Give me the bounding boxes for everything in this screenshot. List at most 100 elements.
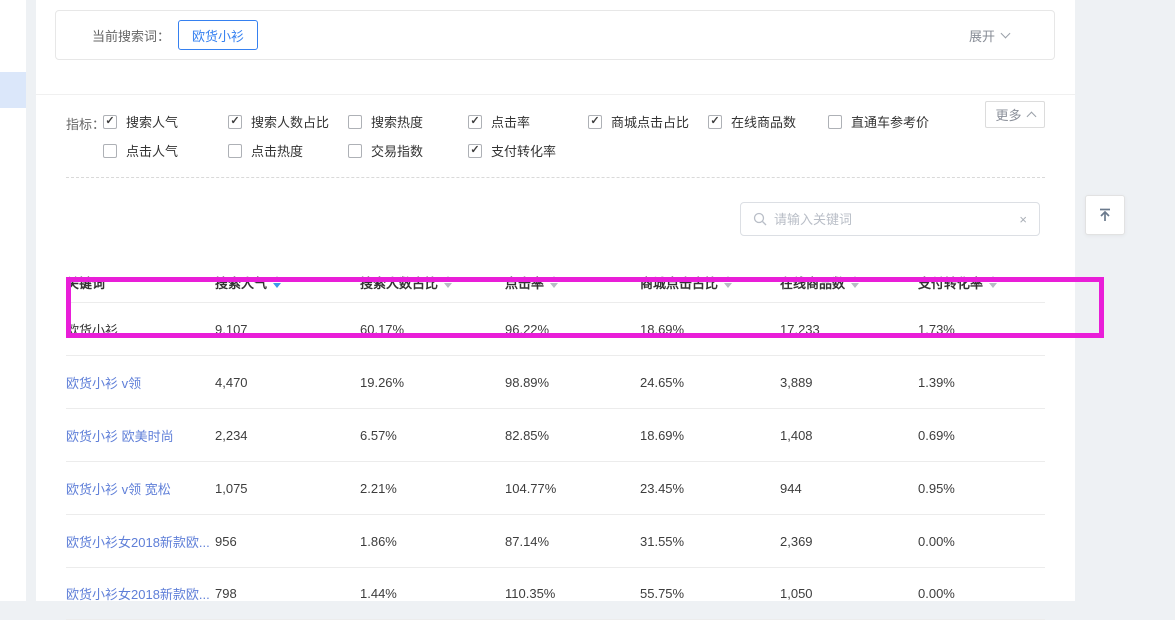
keyword-link[interactable]: 欧货小衫女2018新款欧... [66,535,210,550]
indicator-checkbox-item[interactable]: 商城点击占比 [588,112,708,131]
cell-value: 19.26% [360,375,505,390]
column-header[interactable]: 在线商品数 [780,273,918,292]
cell-value: 2,234 [215,428,360,443]
chevron-up-icon [1026,112,1036,122]
indicator-label: 支付转化率 [491,141,556,160]
indicator-row-2: 点击人气 点击热度 交易指数 支付转化率 [103,136,1075,165]
main-panel: 当前搜索词： 欧货小衫 展开 指标： 搜索人气搜索人数占比搜索热度点击率商城点击… [36,0,1075,601]
keyword-link[interactable]: 欧货小衫 v领 宽松 [66,482,171,497]
indicator-label: 在线商品数 [731,112,796,131]
cell-value: 0.69% [918,428,1045,443]
keyword-search-box[interactable]: × [740,202,1040,236]
keyword-link[interactable]: 欧货小衫 v领 [66,376,141,391]
more-button[interactable]: 更多 [985,101,1045,128]
cell-value: 110.35% [505,586,640,601]
clear-search-icon[interactable]: × [1019,213,1027,226]
indicator-label: 搜索人数占比 [251,112,329,131]
keyword-cell: 欧货小衫 [66,320,215,339]
checkbox-unchecked-icon[interactable] [348,144,362,158]
cell-value: 798 [215,586,360,601]
cell-value: 31.55% [640,534,780,549]
indicator-label: 直通车参考价 [851,112,929,131]
checkbox-unchecked-icon[interactable] [348,115,362,129]
indicator-label: 交易指数 [371,141,423,160]
indicator-label: 点击人气 [126,141,178,160]
table-header-row: 关键词 搜索人气搜索人数占比 点击率商城点击占比 在线商品数 支付转化率 [66,262,1045,302]
sort-icon[interactable] [550,276,558,288]
indicator-checkbox-item[interactable]: 支付转化率 [468,141,556,160]
column-header[interactable]: 商城点击占比 [640,273,780,292]
table-row: 欧货小衫女2018新款欧...9561.86%87.14%31.55%2,369… [66,514,1045,567]
keyword-table: 关键词 搜索人气搜索人数占比 点击率商城点击占比 在线商品数 支付转化率 欧货小衫9,1… [66,262,1045,620]
indicator-checkbox-item[interactable]: 点击率 [468,112,588,131]
indicator-label: 商城点击占比 [611,112,689,131]
keyword-cell: 欧货小衫女2018新款欧... [66,584,215,603]
keyword-cell: 欧货小衫 v领 宽松 [66,479,215,498]
cell-value: 9,107 [215,322,360,337]
cell-value: 24.65% [640,375,780,390]
cell-value: 23.45% [640,481,780,496]
column-header[interactable]: 搜索人数占比 [360,273,505,292]
indicators-section: 指标： 搜索人气搜索人数占比搜索热度点击率商城点击占比在线商品数直通车参考价 点… [36,95,1075,165]
current-search-section: 当前搜索词： 欧货小衫 展开 [36,10,1075,95]
sort-icon[interactable] [989,276,997,288]
keyword-link[interactable]: 欧货小衫 欧美时尚 [66,429,174,444]
checkbox-unchecked-icon[interactable] [228,144,242,158]
keyword-cell: 欧货小衫 v领 [66,373,215,392]
cell-value: 1,408 [780,428,918,443]
sort-icon[interactable] [273,276,281,288]
indicator-label: 点击率 [491,112,530,131]
cell-value: 0.00% [918,534,1045,549]
column-header-label: 商城点击占比 [640,273,718,292]
keyword-search-input[interactable] [774,212,1019,227]
sort-icon[interactable] [724,276,732,288]
checkbox-unchecked-icon[interactable] [828,115,842,129]
expand-button[interactable]: 展开 [969,26,1009,45]
cell-value: 104.77% [505,481,640,496]
cell-value: 956 [215,534,360,549]
keyword-cell: 欧货小衫 欧美时尚 [66,426,215,445]
column-header[interactable]: 支付转化率 [918,273,1045,292]
indicator-checkbox-item[interactable]: 搜索人气 [103,112,228,131]
column-header[interactable]: 搜索人气 [215,273,360,292]
cell-value: 18.69% [640,322,780,337]
indicator-checkbox-item[interactable]: 在线商品数 [708,112,828,131]
checkbox-checked-icon[interactable] [708,115,722,129]
keyword-link[interactable]: 欧货小衫女2018新款欧... [66,587,210,602]
cell-value: 0.95% [918,481,1045,496]
indicator-checkbox-item[interactable]: 点击人气 [103,141,228,160]
cell-value: 1.44% [360,586,505,601]
column-header[interactable]: 点击率 [505,273,640,292]
indicator-checkbox-item[interactable]: 搜索热度 [348,112,468,131]
cell-value: 96.22% [505,322,640,337]
back-to-top-icon [1096,206,1114,224]
table-row: 欧货小衫女2018新款欧...7981.44%110.35%55.75%1,05… [66,567,1045,620]
checkbox-checked-icon[interactable] [228,115,242,129]
table-row: 欧货小衫 v领4,47019.26%98.89%24.65%3,8891.39% [66,355,1045,408]
search-icon [753,212,767,226]
indicator-label: 点击热度 [251,141,303,160]
indicator-checkbox-item[interactable]: 直通车参考价 [828,112,929,131]
indicator-checkbox-rows: 搜索人气搜索人数占比搜索热度点击率商城点击占比在线商品数直通车参考价 点击人气点… [103,107,1075,165]
checkbox-checked-icon[interactable] [468,144,482,158]
column-header-label: 关键词 [66,273,105,292]
cell-value: 1.73% [918,322,1045,337]
cell-value: 4,470 [215,375,360,390]
checkbox-checked-icon[interactable] [588,115,602,129]
checkbox-checked-icon[interactable] [468,115,482,129]
cell-value: 87.14% [505,534,640,549]
indicator-checkbox-item[interactable]: 交易指数 [348,141,468,160]
indicator-checkbox-item[interactable]: 搜索人数占比 [228,112,348,131]
sort-icon[interactable] [851,276,859,288]
chevron-down-icon [1001,29,1011,39]
current-search-term-button[interactable]: 欧货小衫 [178,20,258,50]
back-to-top-button[interactable] [1085,195,1125,235]
sort-icon[interactable] [444,276,452,288]
column-header-label: 搜索人数占比 [360,273,438,292]
cell-value: 1,075 [215,481,360,496]
cell-value: 18.69% [640,428,780,443]
column-header-label: 在线商品数 [780,273,845,292]
checkbox-checked-icon[interactable] [103,115,117,129]
indicator-checkbox-item[interactable]: 点击热度 [228,141,348,160]
checkbox-unchecked-icon[interactable] [103,144,117,158]
